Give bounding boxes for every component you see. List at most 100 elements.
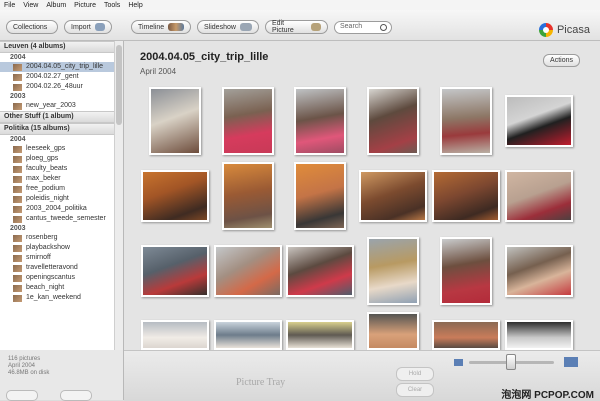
- album-item[interactable]: 1e_kan_weekend: [0, 293, 123, 303]
- album-item[interactable]: 2004.04.05_city_trip_lille: [0, 62, 123, 72]
- folder-other-stuff[interactable]: Other Stuff (1 album): [0, 111, 123, 123]
- import-button[interactable]: Import: [64, 20, 112, 34]
- menu-help[interactable]: Help: [124, 2, 146, 9]
- scrollbar-thumb[interactable]: [116, 45, 122, 125]
- album-thumb: [13, 294, 22, 302]
- album-item[interactable]: max_beker: [0, 174, 123, 184]
- photo-thumbnail[interactable]: [432, 320, 500, 350]
- photo-thumbnail[interactable]: [505, 320, 573, 350]
- album-item[interactable]: beach_night: [0, 283, 123, 293]
- menu-file[interactable]: File: [0, 2, 19, 9]
- album-thumb: [13, 254, 22, 262]
- album-item[interactable]: rosenberg: [0, 233, 123, 243]
- photo-thumbnail[interactable]: [440, 87, 492, 155]
- timeline-icon: [168, 23, 184, 31]
- photo-thumbnail[interactable]: [294, 87, 346, 155]
- slideshow-icon: [239, 23, 252, 31]
- slideshow-button[interactable]: Slideshow: [197, 20, 259, 34]
- photo-thumbnail[interactable]: [367, 312, 419, 350]
- album-thumb: [13, 155, 22, 163]
- album-item[interactable]: smirnoff: [0, 253, 123, 263]
- edit-picture-label: Edit Picture: [272, 20, 294, 34]
- status-panel: 116 pictures April 2004 46.8MB on disk: [0, 350, 124, 401]
- folder-politika[interactable]: Politika (15 albums): [0, 123, 123, 135]
- album-item[interactable]: free_podium: [0, 184, 123, 194]
- photo-thumbnail[interactable]: [367, 87, 419, 155]
- album-thumb: [13, 73, 22, 81]
- search-icon: [380, 24, 387, 31]
- sidebar-scrollbar[interactable]: [114, 41, 123, 350]
- photo-grid: [124, 79, 600, 350]
- menu-view[interactable]: View: [19, 2, 42, 9]
- tray-button[interactable]: [6, 390, 38, 401]
- photo-thumbnail[interactable]: [141, 245, 209, 297]
- edit-picture-button[interactable]: Edit Picture: [265, 20, 328, 34]
- album-item[interactable]: 2004.02.27_gent: [0, 72, 123, 82]
- album-thumb: [13, 102, 22, 110]
- photo-thumbnail[interactable]: [505, 245, 573, 297]
- search-label: Search: [340, 23, 363, 30]
- photo-thumbnail[interactable]: [222, 87, 274, 155]
- tray-button[interactable]: [60, 390, 92, 401]
- photo-thumbnail[interactable]: [505, 95, 573, 147]
- photo-thumbnail[interactable]: [359, 170, 427, 222]
- album-item[interactable]: cantus_tweede_semester: [0, 214, 123, 224]
- album-item[interactable]: new_year_2003: [0, 101, 123, 111]
- menu-album[interactable]: Album: [42, 2, 70, 9]
- photo-thumbnail[interactable]: [367, 237, 419, 305]
- actions-button[interactable]: Actions: [543, 54, 580, 67]
- album-item[interactable]: openingscantus: [0, 273, 123, 283]
- album-item[interactable]: poleidis_night: [0, 194, 123, 204]
- album-label: faculty_beats: [26, 165, 68, 172]
- picasa-logo-icon: [538, 23, 553, 37]
- lightbox-panel: 2004.04.05_city_trip_lille April 2004 Ac…: [124, 41, 600, 350]
- album-sidebar[interactable]: Leuven (4 albums) 2004 2004.04.05_city_t…: [0, 41, 124, 350]
- album-item[interactable]: faculty_beats: [0, 164, 123, 174]
- album-label: travelletteravond: [26, 264, 78, 271]
- picture-tray-caption: Picture Tray: [236, 377, 286, 388]
- album-thumb: [13, 63, 22, 71]
- album-item[interactable]: ploeg_gps: [0, 154, 123, 164]
- album-label: leeseek_gps: [26, 145, 66, 152]
- album-item[interactable]: 2004.02.26_48uur: [0, 82, 123, 92]
- slideshow-label: Slideshow: [204, 23, 236, 31]
- clear-button[interactable]: Clear: [396, 383, 434, 397]
- search-input[interactable]: Search: [334, 21, 392, 34]
- album-item[interactable]: playbackshow: [0, 243, 123, 253]
- timeline-button[interactable]: Timeline: [131, 20, 191, 34]
- album-thumb: [13, 175, 22, 183]
- album-thumb: [13, 284, 22, 292]
- album-label: 2004.04.05_city_trip_lille: [26, 63, 104, 70]
- album-thumb: [13, 215, 22, 223]
- photo-thumbnail[interactable]: [149, 87, 201, 155]
- album-item[interactable]: 2003_2004_politika: [0, 204, 123, 214]
- album-thumb: [13, 234, 22, 242]
- photo-thumbnail[interactable]: [214, 320, 282, 350]
- photo-thumbnail[interactable]: [214, 245, 282, 297]
- photo-thumbnail[interactable]: [222, 162, 274, 230]
- album-label: new_year_2003: [26, 102, 76, 109]
- photo-thumbnail[interactable]: [141, 170, 209, 222]
- album-item[interactable]: leeseek_gps: [0, 144, 123, 154]
- zoom-slider-knob[interactable]: [506, 354, 516, 370]
- album-label: poleidis_night: [26, 195, 69, 202]
- menu-tools[interactable]: Tools: [100, 2, 124, 9]
- photo-thumbnail[interactable]: [440, 237, 492, 305]
- zoom-large-icon: [564, 357, 578, 367]
- hold-button[interactable]: Hold: [396, 367, 434, 381]
- album-label: 2004.02.26_48uur: [26, 83, 83, 90]
- photo-thumbnail[interactable]: [432, 170, 500, 222]
- album-label: 1e_kan_weekend: [26, 294, 81, 301]
- photo-thumbnail[interactable]: [505, 170, 573, 222]
- album-label: smirnoff: [26, 254, 51, 261]
- menu-picture[interactable]: Picture: [70, 2, 100, 9]
- folder-leuven[interactable]: Leuven (4 albums): [0, 41, 123, 53]
- collections-button[interactable]: Collections: [6, 20, 58, 34]
- collections-label: Collections: [13, 23, 48, 31]
- import-label: Import: [71, 23, 91, 31]
- photo-thumbnail[interactable]: [286, 320, 354, 350]
- photo-thumbnail[interactable]: [294, 162, 346, 230]
- photo-thumbnail[interactable]: [286, 245, 354, 297]
- photo-thumbnail[interactable]: [141, 320, 209, 350]
- album-item[interactable]: travelletteravond: [0, 263, 123, 273]
